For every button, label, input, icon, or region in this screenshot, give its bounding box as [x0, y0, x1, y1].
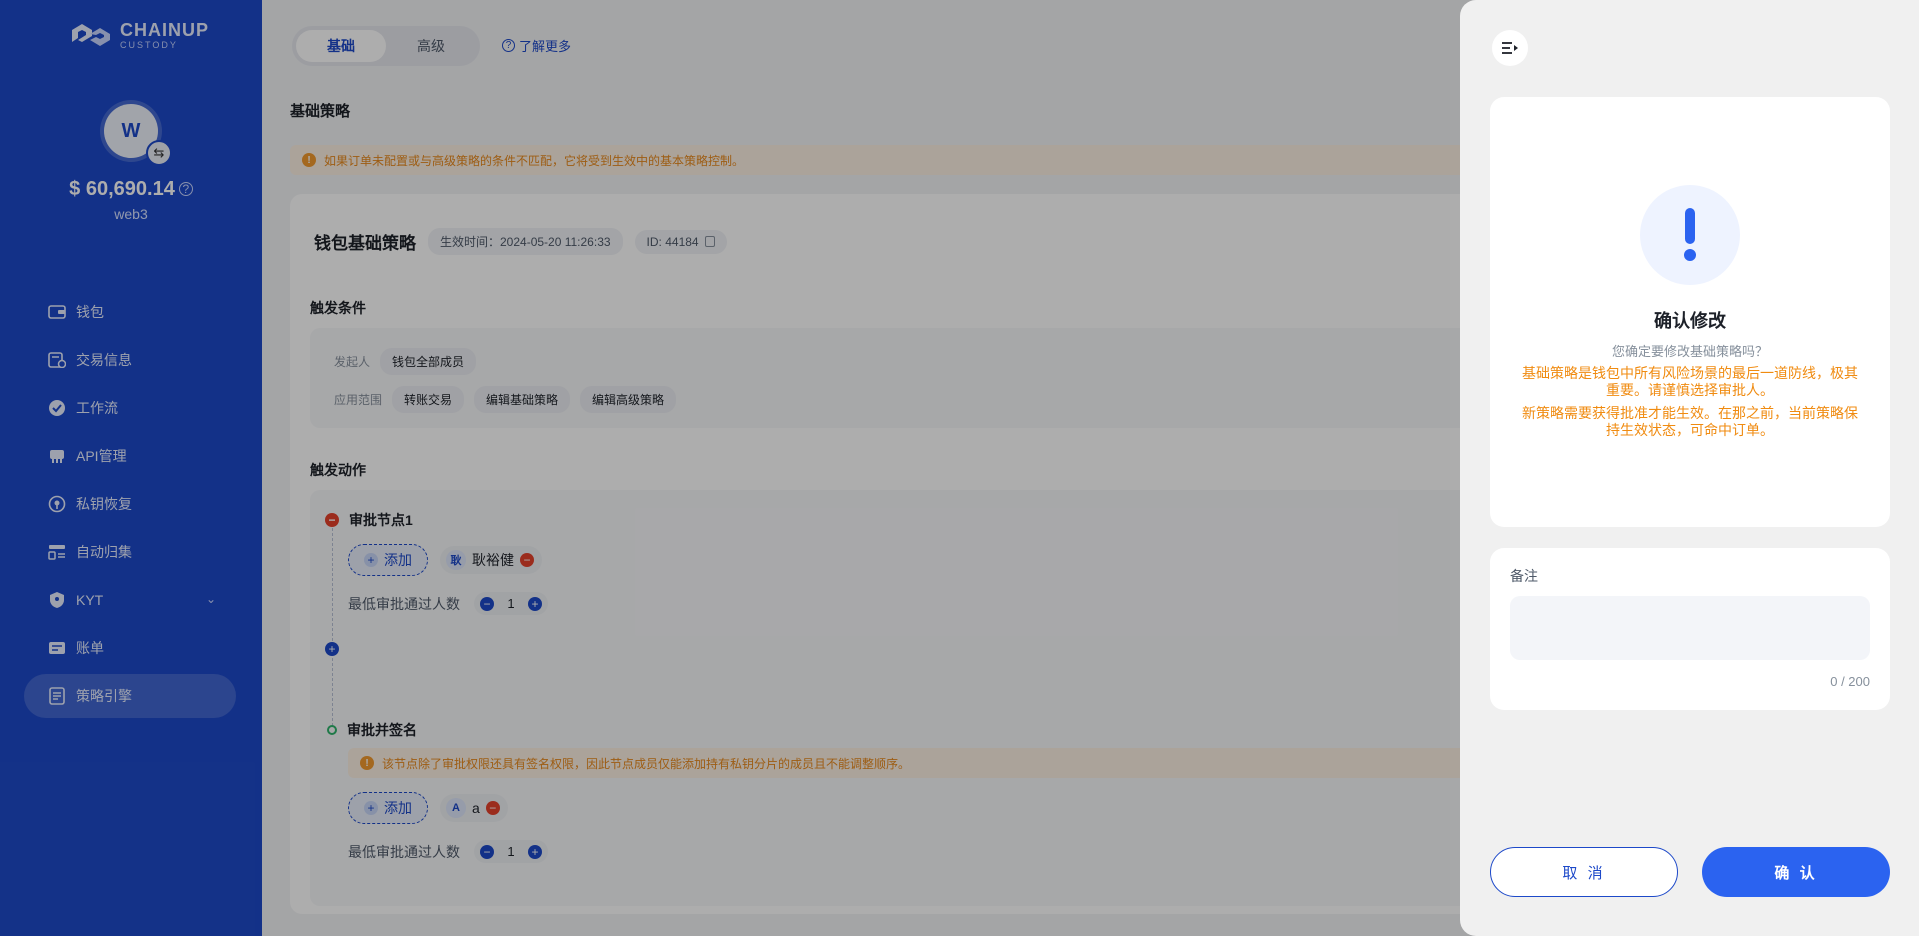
note-char-count: 0 / 200: [1830, 674, 1870, 689]
confirm-warning-2: 新策略需要获得批准才能生效。在那之前，当前策略保持生效状态，可命中订单。: [1522, 405, 1858, 438]
note-label: 备注: [1510, 568, 1538, 584]
confirm-title: 确认修改: [1654, 311, 1726, 331]
collapse-icon: [1502, 42, 1518, 54]
confirm-drawer: 确认修改 您确定要修改基础策略吗？ 基础策略是钱包中所有风险场景的最后一道防线，…: [1460, 0, 1919, 936]
collapse-drawer-button[interactable]: [1492, 30, 1528, 66]
note-input[interactable]: [1510, 596, 1870, 660]
confirm-button[interactable]: 确 认: [1702, 847, 1890, 897]
confirm-warning-1: 基础策略是钱包中所有风险场景的最后一道防线，极其重要。请谨慎选择审批人。: [1522, 365, 1858, 398]
cancel-button[interactable]: 取 消: [1490, 847, 1678, 897]
exclamation-icon: [1640, 185, 1740, 285]
confirm-card: 确认修改 您确定要修改基础策略吗？ 基础策略是钱包中所有风险场景的最后一道防线，…: [1490, 97, 1890, 527]
note-card: 备注 0 / 200: [1490, 548, 1890, 710]
confirm-question: 您确定要修改基础策略吗？: [1611, 344, 1768, 359]
